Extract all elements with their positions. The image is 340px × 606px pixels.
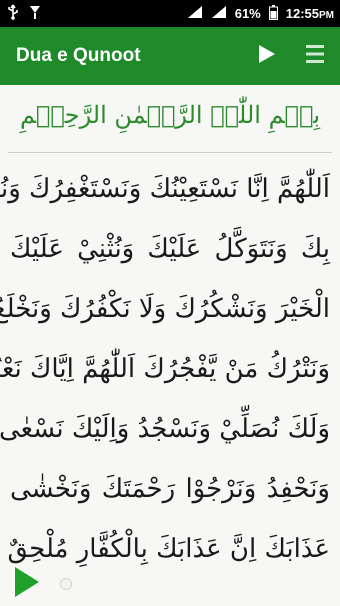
app-actions [254,43,328,69]
seek-bar[interactable] [60,576,310,592]
status-bar: 61% 12:55PM [0,0,340,27]
battery-percent: 61% [234,6,261,21]
dua-line: وَنَحْفِدُ وَنَرْجُوْا رَحْمَتَكَ وَنَخْ… [10,474,330,504]
clock: 12:55PM [286,6,334,21]
dua-text: اَللّٰهُمَّ اِنَّا نَسْتَعِيْنُكَ وَنَسْ… [0,159,340,579]
divider [8,152,332,153]
signal-icon [187,5,203,22]
play-icon [14,566,40,602]
clock-suffix: PM [319,10,334,21]
seek-thumb[interactable] [60,578,72,590]
menu-icon [306,43,324,69]
status-right: 61% 12:55PM [187,4,334,23]
play-icon [258,44,276,68]
audio-player [0,562,340,606]
usb-icon [6,4,20,23]
battery-icon [268,4,278,23]
bismillah-heading: بِسۡمِ اللّٰہِ الرَّحۡمٰنِ الرَّحِیۡمِ [19,101,321,129]
status-left [6,4,42,23]
dua-line: وَنَتْرُكُ مَنْ يَّفْجُرُكَ اَللّٰهُمَّ … [0,354,330,384]
app-bar: Dua e Qunoot [0,27,340,85]
download-icon [28,4,42,23]
dua-line: بِكَ وَنَتَوَكَّلُ عَلَيْكَ وَنُثْنِيْ ع… [10,234,330,264]
signal-2-icon [211,5,227,22]
app-title: Dua e Qunoot [16,45,141,66]
play-button[interactable] [254,43,280,69]
menu-button[interactable] [302,43,328,69]
dua-line: وَلَكَ نُصَلِّيْ وَنَسْجُدُ وَاِلَيْكَ ن… [0,414,330,444]
dua-line: الْخَيْرَ وَنَشْكُرُكَ وَلَا نَكْفُرُكَ … [0,294,330,324]
dua-line: اَللّٰهُمَّ اِنَّا نَسْتَعِيْنُكَ وَنَسْ… [0,174,330,204]
audio-play-button[interactable] [14,566,42,602]
dua-content[interactable]: بِسۡمِ اللّٰہِ الرَّحۡمٰنِ الرَّحِیۡمِ ا… [0,85,340,606]
clock-time: 12:55 [285,6,319,21]
